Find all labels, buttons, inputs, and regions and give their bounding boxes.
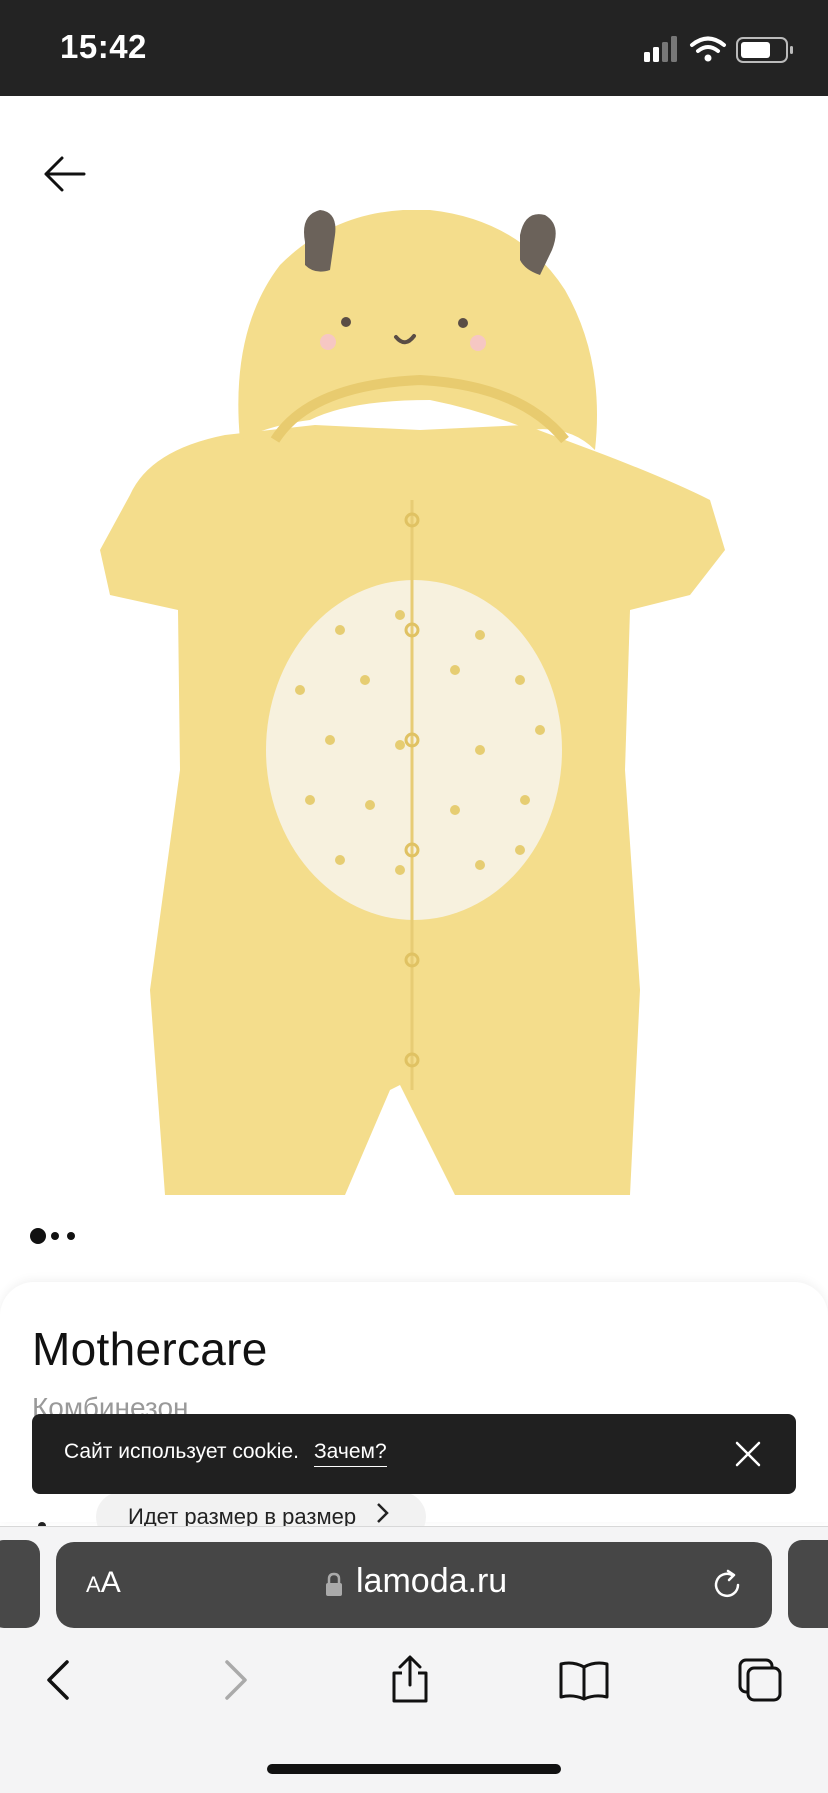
status-bar: 15:42 xyxy=(0,0,828,96)
cookie-banner: Сайт использует cookie. Зачем? xyxy=(32,1414,796,1494)
gallery-dot[interactable] xyxy=(51,1232,59,1240)
lock-icon xyxy=(326,1572,342,1596)
back-arrow-icon[interactable] xyxy=(40,150,88,198)
chevron-right-icon xyxy=(377,1503,389,1523)
chevron-left-icon xyxy=(47,1660,69,1700)
gallery-dot-active[interactable] xyxy=(30,1228,46,1244)
belly-panel xyxy=(266,580,562,920)
battery-icon xyxy=(736,37,793,63)
status-icons xyxy=(644,36,793,63)
close-icon[interactable] xyxy=(730,1436,766,1472)
product-image[interactable] xyxy=(100,210,730,1200)
antenna-left xyxy=(304,210,336,272)
nav-forward-button[interactable] xyxy=(206,1650,266,1710)
cookie-why-link[interactable]: Зачем? xyxy=(314,1440,387,1467)
reload-icon[interactable] xyxy=(708,1566,746,1604)
next-tab-preview[interactable] xyxy=(788,1540,828,1628)
url-text[interactable]: lamoda.ru xyxy=(356,1562,507,1601)
previous-tab-preview[interactable] xyxy=(0,1540,40,1628)
nav-back-button[interactable] xyxy=(28,1650,88,1710)
product-brand[interactable]: Mothercare xyxy=(32,1322,268,1376)
wifi-icon xyxy=(690,36,726,62)
share-icon xyxy=(392,1655,428,1703)
antenna-right xyxy=(520,214,556,275)
bookmarks-button[interactable] xyxy=(554,1650,614,1710)
reader-settings-button[interactable]: AA xyxy=(86,1566,121,1600)
status-time: 15:42 xyxy=(60,28,147,65)
share-button[interactable] xyxy=(380,1650,440,1710)
cellular-signal-icon xyxy=(644,36,677,62)
chevron-right-icon xyxy=(225,1660,247,1700)
gallery-pagination[interactable] xyxy=(30,1226,80,1246)
home-indicator[interactable] xyxy=(267,1764,561,1774)
tabs-button[interactable] xyxy=(730,1650,790,1710)
address-bar[interactable]: AA lamoda.ru xyxy=(56,1542,772,1628)
book-icon xyxy=(559,1661,609,1701)
cookie-text: Сайт использует cookie. xyxy=(64,1440,299,1463)
gallery-dot[interactable] xyxy=(67,1232,75,1240)
browser-nav-bar xyxy=(0,1650,828,1730)
tabs-icon xyxy=(738,1658,782,1702)
